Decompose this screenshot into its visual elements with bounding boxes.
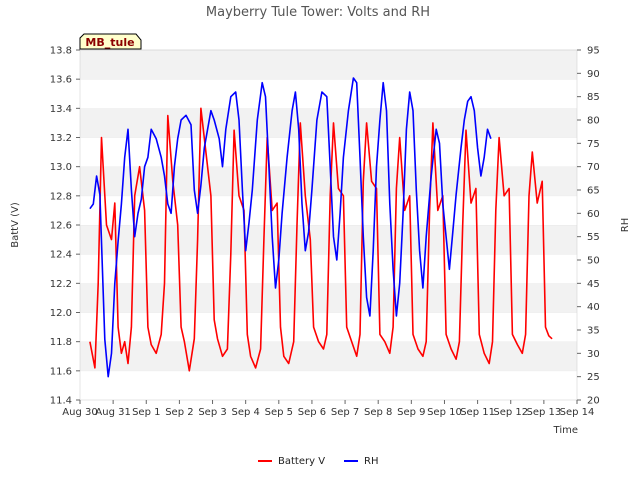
x-tick-label: Sep 4 bbox=[231, 407, 259, 418]
grid-band bbox=[80, 370, 577, 400]
x-tick-label: Sep 2 bbox=[165, 407, 193, 418]
y-right-tick-label: 45 bbox=[587, 279, 600, 290]
chart-title: Mayberry Tule Tower: Volts and RH bbox=[206, 5, 430, 20]
legend: Battery V RH bbox=[258, 456, 378, 467]
x-tick-label: Sep 5 bbox=[265, 407, 293, 418]
x-axis-title: Time bbox=[553, 425, 578, 436]
x-tick-label: Aug 30 bbox=[62, 407, 97, 418]
x-tick-label: Sep 3 bbox=[198, 407, 226, 418]
x-tick-label: Sep 9 bbox=[397, 407, 425, 418]
x-tick-label: Aug 31 bbox=[95, 407, 130, 418]
y-left-tick-label: 12.4 bbox=[50, 250, 72, 261]
y-right-tick-label: 40 bbox=[587, 302, 600, 313]
x-axis: Aug 30Aug 31 Sep 1 Sep 2 Sep 3 Sep 4 Sep 5 Sep… bbox=[62, 400, 594, 418]
y-right-tick-label: 35 bbox=[587, 326, 600, 337]
y-left-tick-label: 13.0 bbox=[50, 162, 72, 173]
grid-band bbox=[80, 50, 577, 80]
y-left-tick-label: 11.8 bbox=[50, 337, 72, 348]
grid-band bbox=[80, 79, 577, 109]
y-left-tick-label: 13.6 bbox=[50, 75, 72, 86]
y-left-tick-label: 12.8 bbox=[50, 191, 72, 202]
x-tick-label: Sep 8 bbox=[364, 407, 392, 418]
y-left-tick-label: 11.4 bbox=[50, 396, 72, 407]
y-axis-right-title: RH bbox=[620, 218, 631, 232]
y-left-tick-label: 12.0 bbox=[50, 308, 72, 319]
x-tick-label: Sep 12 bbox=[493, 407, 528, 418]
x-tick-label: Sep 6 bbox=[298, 407, 326, 418]
x-tick-label: Sep 13 bbox=[526, 407, 561, 418]
y-left-tick-label: 13.2 bbox=[50, 133, 72, 144]
grid-bands bbox=[80, 49, 577, 400]
y-right-tick-label: 50 bbox=[587, 256, 600, 267]
grid-band bbox=[80, 195, 577, 225]
y-right-tick-label: 95 bbox=[587, 46, 600, 57]
y-left-tick-label: 12.2 bbox=[50, 279, 72, 290]
y-left-tick-label: 13.4 bbox=[50, 104, 72, 115]
x-tick-label: Sep 1 bbox=[132, 407, 160, 418]
y-right-tick-label: 55 bbox=[587, 232, 600, 243]
left-axis: 11.4 11.6 11.8 12.0 12.2 12.4 12.6 12.8 13.0 13.2… bbox=[50, 46, 80, 407]
y-right-tick-label: 20 bbox=[587, 396, 600, 407]
legend-label-rh: RH bbox=[364, 456, 378, 467]
y-right-tick-label: 80 bbox=[587, 116, 600, 127]
grid-band bbox=[80, 341, 577, 371]
y-right-tick-label: 75 bbox=[587, 139, 600, 150]
y-left-tick-label: 11.6 bbox=[50, 366, 72, 377]
y-right-tick-label: 85 bbox=[587, 92, 600, 103]
legend-label-battery: Battery V bbox=[278, 456, 325, 467]
y-right-tick-label: 25 bbox=[587, 372, 600, 383]
x-tick-label: Sep 14 bbox=[560, 407, 595, 418]
x-tick-label: Sep 11 bbox=[460, 407, 495, 418]
y-right-tick-label: 90 bbox=[587, 69, 600, 80]
y-left-tick-label: 12.6 bbox=[50, 221, 72, 232]
station-label: MB_tule bbox=[85, 36, 134, 49]
x-tick-label: Sep 10 bbox=[427, 407, 462, 418]
y-right-tick-label: 65 bbox=[587, 186, 600, 197]
x-tick-label: Sep 7 bbox=[331, 407, 359, 418]
right-axis: 20 25 30 35 40 45 50 55 60 65 70 75 80 85 90 95 bbox=[577, 46, 600, 407]
grid-band bbox=[80, 312, 577, 342]
y-axis-left-title: BattV (V) bbox=[10, 202, 21, 248]
y-left-tick-label: 13.8 bbox=[50, 46, 72, 57]
y-right-tick-label: 70 bbox=[587, 162, 600, 173]
station-label-box: MB_tule bbox=[79, 33, 142, 50]
y-right-tick-label: 30 bbox=[587, 349, 600, 360]
chart: Mayberry Tule Tower: Volts and RH 11.411… bbox=[10, 5, 631, 467]
y-right-tick-label: 60 bbox=[587, 209, 600, 220]
